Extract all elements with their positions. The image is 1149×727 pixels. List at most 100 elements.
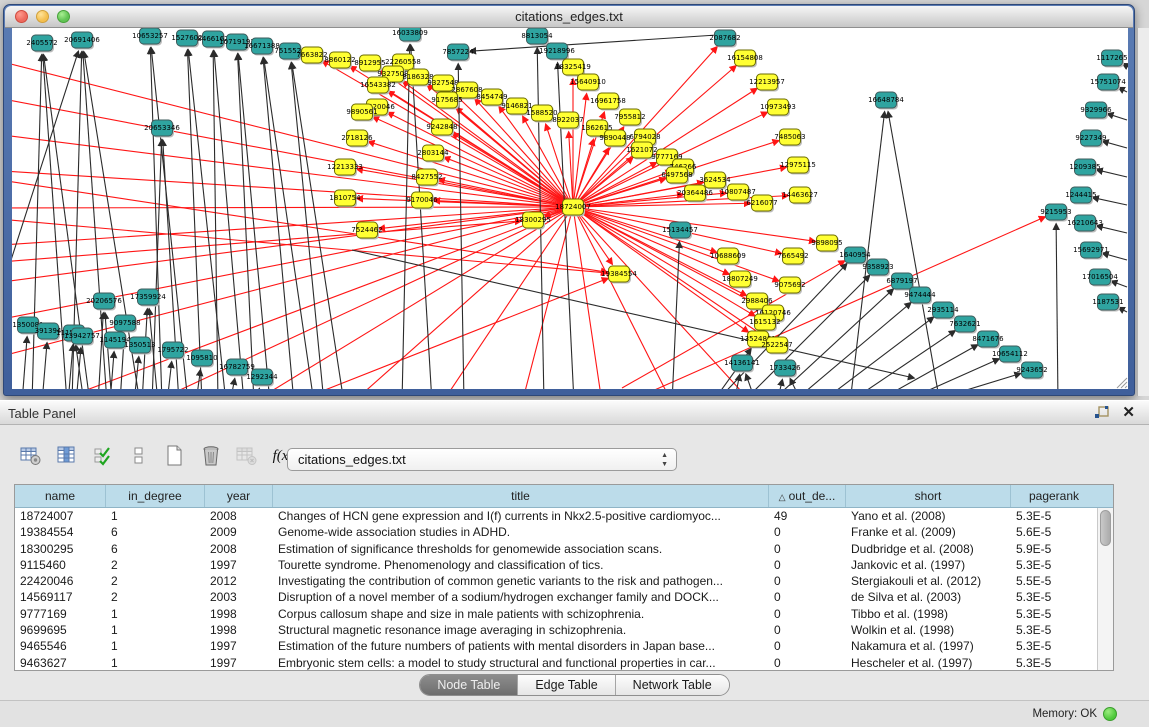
column-header-out_de[interactable]: △out_de... xyxy=(769,485,846,507)
network-node[interactable]: 12213957 xyxy=(749,74,785,92)
network-node[interactable]: 9075692 xyxy=(774,277,805,295)
tab-node-table[interactable]: Node Table xyxy=(420,675,518,695)
table-cell[interactable]: 0 xyxy=(769,573,846,589)
window-titlebar[interactable]: citations_edges.txt xyxy=(5,6,1133,28)
table-row[interactable]: 946362711997Embryonic stem cells: a mode… xyxy=(15,655,1097,670)
table-scrollbar[interactable] xyxy=(1097,508,1113,670)
network-edge[interactable] xyxy=(573,207,815,241)
network-edge[interactable] xyxy=(238,54,254,389)
network-node[interactable]: 20691406 xyxy=(64,32,100,50)
column-header-short[interactable]: short xyxy=(846,485,1011,507)
column-header-year[interactable]: year xyxy=(205,485,273,507)
table-cell[interactable]: Yano et al. (2008) xyxy=(846,508,1011,524)
network-node[interactable]: 14136141 xyxy=(724,355,760,373)
table-body[interactable]: 1872400712008Changes of HCN gene express… xyxy=(15,508,1097,670)
network-node[interactable]: 17016504 xyxy=(1082,269,1118,287)
network-node[interactable]: 10653257 xyxy=(132,28,168,46)
table-cell[interactable]: Structural magnetic resonance image aver… xyxy=(273,622,769,638)
table-cell[interactable]: 1998 xyxy=(205,606,273,622)
network-node[interactable]: 2803144 xyxy=(417,145,449,163)
table-cell[interactable]: 5.3E-5 xyxy=(1011,557,1097,573)
table-cell[interactable]: 2012 xyxy=(205,573,273,589)
network-node[interactable]: 15692971 xyxy=(1073,242,1109,260)
network-node[interactable]: 2718126 xyxy=(341,130,373,148)
table-cell[interactable]: Stergiakouli et al. (2012) xyxy=(846,573,1011,589)
table-cell[interactable]: Franke et al. (2009) xyxy=(846,524,1011,540)
network-edge[interactable] xyxy=(1097,170,1127,177)
network-edge[interactable] xyxy=(746,374,756,389)
table-row[interactable]: 946554611997Estimation of the future num… xyxy=(15,638,1097,654)
table-cell[interactable]: 0 xyxy=(769,655,846,670)
network-node[interactable]: 1292344 xyxy=(246,369,278,387)
network-edge[interactable] xyxy=(230,379,235,389)
network-edge[interactable] xyxy=(820,317,933,389)
table-cell[interactable]: 5.3E-5 xyxy=(1011,622,1097,638)
delete-column-icon[interactable] xyxy=(198,444,224,468)
network-edge[interactable] xyxy=(196,370,200,389)
table-cell[interactable]: 5.5E-5 xyxy=(1011,573,1097,589)
network-edge[interactable] xyxy=(573,207,672,389)
table-cell[interactable]: Jankovic et al. (1997) xyxy=(846,557,1011,573)
table-cell[interactable]: 2 xyxy=(106,589,205,605)
new-column-icon[interactable] xyxy=(162,444,188,468)
network-edge[interactable] xyxy=(151,48,188,389)
network-edge[interactable] xyxy=(402,45,410,389)
close-panel-icon[interactable]: ✕ xyxy=(1122,405,1135,421)
network-edge[interactable] xyxy=(888,112,940,389)
table-row[interactable]: 1830029562008Estimation of significance … xyxy=(15,541,1097,557)
network-edge[interactable] xyxy=(252,207,573,389)
table-cell[interactable]: Dudbridge et al. (2008) xyxy=(846,541,1011,557)
table-cell[interactable]: 2 xyxy=(106,573,205,589)
table-cell[interactable]: 0 xyxy=(769,541,846,557)
table-cell[interactable]: 19384554 xyxy=(15,524,106,540)
table-row[interactable]: 2242004622012Investigating the contribut… xyxy=(15,573,1097,589)
table-cell[interactable]: 1997 xyxy=(205,638,273,654)
network-edge[interactable] xyxy=(924,374,1021,389)
table-row[interactable]: 1938455462009Genome-wide association stu… xyxy=(15,524,1097,540)
network-node[interactable]: 20206576 xyxy=(86,293,122,311)
network-node[interactable]: 10654112 xyxy=(992,346,1028,364)
network-node[interactable]: 1209385 xyxy=(1069,159,1100,177)
network-edge[interactable] xyxy=(373,117,573,207)
network-edge[interactable] xyxy=(874,345,978,389)
table-cell[interactable]: 5.6E-5 xyxy=(1011,524,1097,540)
network-graph[interactable]: 2405572206914061065325715276028466162107… xyxy=(12,28,1128,389)
network-edge[interactable] xyxy=(238,54,270,389)
table-cell[interactable]: Tibbo et al. (1998) xyxy=(846,606,1011,622)
column-header-pagerank[interactable]: pagerank xyxy=(1011,485,1097,507)
table-cell[interactable]: 1997 xyxy=(205,655,273,670)
table-cell[interactable]: 9465546 xyxy=(15,638,106,654)
network-node[interactable]: 14463627 xyxy=(782,187,818,205)
network-node[interactable]: 9329966 xyxy=(1080,102,1112,120)
float-panel-icon[interactable] xyxy=(1094,406,1110,420)
table-cell[interactable]: 0 xyxy=(769,524,846,540)
table-cell[interactable]: 14569117 xyxy=(15,589,106,605)
network-edge[interactable] xyxy=(848,331,955,389)
table-cell[interactable]: 2009 xyxy=(205,524,273,540)
network-edge[interactable] xyxy=(98,313,103,389)
network-edge[interactable] xyxy=(167,362,172,389)
network-node[interactable]: 20653346 xyxy=(144,120,180,138)
tab-network-table[interactable]: Network Table xyxy=(616,675,729,695)
network-edge[interactable] xyxy=(42,343,47,389)
table-cell[interactable]: Estimation of significance thresholds fo… xyxy=(273,541,769,557)
network-edge[interactable] xyxy=(1107,114,1127,120)
table-cell[interactable]: 2 xyxy=(106,557,205,573)
table-cell[interactable]: 5.3E-5 xyxy=(1011,508,1097,524)
table-settings-icon[interactable] xyxy=(18,444,44,468)
table-cell[interactable]: Investigating the contribution of common… xyxy=(273,573,769,589)
network-node[interactable]: 7857224 xyxy=(442,44,474,62)
table-row[interactable]: 1456911722003Disruption of a novel membe… xyxy=(15,589,1097,605)
network-edge[interactable] xyxy=(22,337,27,389)
network-node[interactable]: 19384554 xyxy=(601,266,637,284)
table-cell[interactable]: Wolkin et al. (1998) xyxy=(846,622,1011,638)
table-cell[interactable]: 5.3E-5 xyxy=(1011,606,1097,622)
network-node[interactable]: 10973493 xyxy=(760,99,796,117)
network-edge[interactable] xyxy=(12,133,573,207)
network-node[interactable]: 2405572 xyxy=(26,35,57,53)
table-cell[interactable]: de Silva et al. (2003) xyxy=(846,589,1011,605)
network-edge[interactable] xyxy=(12,170,573,207)
network-node[interactable]: 16033809 xyxy=(392,28,428,43)
table-cell[interactable]: 9699695 xyxy=(15,622,106,638)
network-node[interactable]: 1810754 xyxy=(329,190,361,208)
